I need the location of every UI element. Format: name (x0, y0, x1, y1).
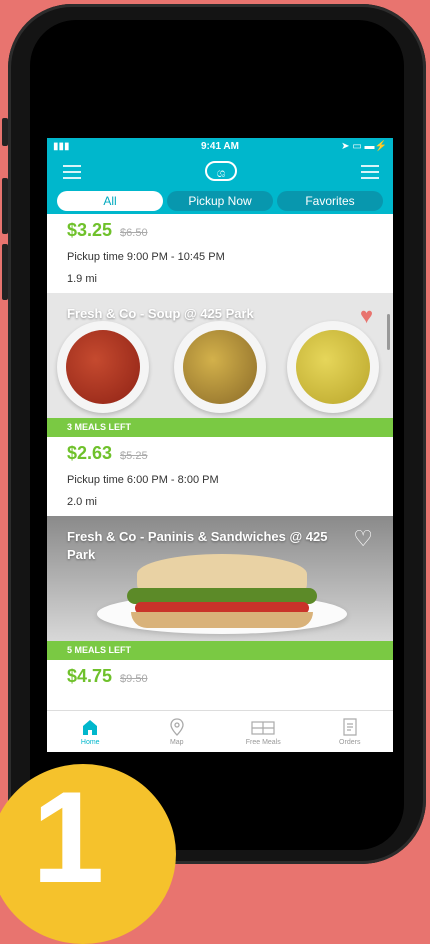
distance: 2.0 mi (67, 496, 97, 508)
original-price: $6.50 (120, 227, 148, 239)
status-time: 9:41 AM (201, 141, 239, 152)
price: $4.75 (67, 666, 113, 686)
tab-all[interactable]: All (57, 191, 163, 211)
price: $2.63 (67, 443, 113, 463)
nav-label: Free Meals (245, 738, 281, 746)
nav-label: Home (80, 738, 100, 746)
volume-up-button (2, 178, 8, 234)
listing-title: Fresh & Co - Soup @ 425 Park (67, 306, 254, 321)
listing-title: Fresh & Co - Paninis & Sandwiches @ 425 … (67, 529, 328, 562)
meals-left-banner: 3 MEALS LEFT (47, 418, 393, 437)
scrollbar[interactable] (387, 314, 390, 350)
app-screen: ▮▮▮ 9:41 AM ➤ ▭ ▬⚡ ශ All Pickup Now Favo… (47, 138, 393, 752)
vegetable-soup-bowl (174, 321, 266, 413)
tab-pickup-now[interactable]: Pickup Now (167, 191, 273, 211)
distance: 1.9 mi (67, 273, 97, 285)
receipt-icon (342, 717, 358, 736)
listing-card[interactable]: $2.63 $5.25 Pickup time 6:00 PM - 8:00 P… (47, 437, 393, 516)
menu-icon[interactable] (63, 165, 81, 183)
sandwich-image (117, 554, 327, 632)
heart-outline-icon[interactable]: ♡ (353, 526, 373, 552)
listing-image[interactable]: Fresh & Co - Paninis & Sandwiches @ 425 … (47, 516, 393, 641)
gift-icon (251, 718, 275, 736)
listing-feed[interactable]: $3.25 $6.50 Pickup time 9:00 PM - 10:45 … (47, 214, 393, 711)
listing-card[interactable]: $4.75 $9.50 (47, 660, 393, 695)
listing-image[interactable]: Fresh & Co - Soup @ 425 Park ♥ (47, 293, 393, 418)
heart-filled-icon[interactable]: ♥ (360, 303, 373, 329)
mute-switch (2, 118, 8, 146)
nav-orders[interactable]: Orders (307, 711, 394, 752)
home-icon (81, 718, 99, 736)
original-price: $9.50 (120, 673, 148, 685)
filter-tabs: All Pickup Now Favorites (47, 189, 393, 214)
nav-map[interactable]: Map (134, 711, 221, 752)
pickup-time: Pickup time 9:00 PM - 10:45 PM (67, 251, 225, 263)
listing-card[interactable]: $3.25 $6.50 Pickup time 9:00 PM - 10:45 … (47, 214, 393, 293)
nav-free-meals[interactable]: Free Meals (220, 711, 307, 752)
original-price: $5.25 (120, 450, 148, 462)
bottom-nav: Home Map Free Meals Orders (47, 710, 393, 752)
app-logo: ශ (205, 161, 237, 181)
step-number: 1 (32, 764, 105, 910)
meals-left-banner: 5 MEALS LEFT (47, 641, 393, 660)
nav-label: Map (169, 738, 184, 746)
pea-soup-bowl (287, 321, 379, 413)
nav-label: Orders (339, 738, 361, 746)
tomato-soup-bowl (57, 321, 149, 413)
app-header: ශ (47, 155, 393, 189)
nav-home[interactable]: Home (47, 711, 134, 752)
filter-icon[interactable] (361, 165, 379, 183)
tab-favorites[interactable]: Favorites (277, 191, 383, 211)
price: $3.25 (67, 220, 113, 240)
map-pin-icon (169, 717, 185, 736)
volume-down-button (2, 244, 8, 300)
status-bar: ▮▮▮ 9:41 AM ➤ ▭ ▬⚡ (47, 138, 393, 155)
pickup-time: Pickup time 6:00 PM - 8:00 PM (67, 474, 219, 486)
